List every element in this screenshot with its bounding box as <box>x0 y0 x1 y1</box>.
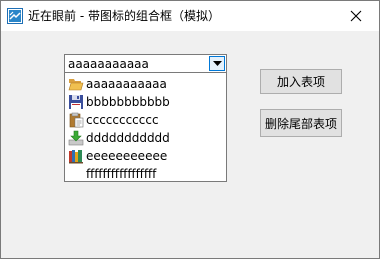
chevron-down-icon <box>212 61 222 66</box>
list-item[interactable]: fffffffffffffffff <box>68 165 223 183</box>
window-title: 近在眼前 - 带图标的组合框（模拟） <box>28 9 220 23</box>
blank-icon <box>68 166 84 182</box>
list-item[interactable]: aaaaaaaaaaa <box>68 75 223 93</box>
list-item[interactable]: ddddddddddd <box>68 129 223 147</box>
list-item[interactable]: eeeeeeeeeee <box>68 147 223 165</box>
list-item[interactable]: ccccccccccc <box>68 111 223 129</box>
close-button[interactable] <box>333 1 379 31</box>
combo-dropdown-list: aaaaaaaaaaa bbbbbbbbbbb ccccccccccc dddd… <box>64 72 227 182</box>
floppy-disk-icon <box>69 95 83 109</box>
delete-last-item-button[interactable]: 删除尾部表项 <box>260 109 342 137</box>
app-window: 近在眼前 - 带图标的组合框（模拟） aaaaaaaaaaa aaaaaaaaa… <box>0 0 380 259</box>
combo-selected-value: aaaaaaaaaaa <box>68 57 149 71</box>
list-item[interactable]: bbbbbbbbbbb <box>68 93 223 111</box>
app-icon <box>7 8 23 24</box>
title-bar[interactable]: 近在眼前 - 带图标的组合框（模拟） <box>1 1 379 31</box>
open-folder-icon <box>68 79 84 91</box>
library-books-icon <box>69 150 83 164</box>
add-item-button[interactable]: 加入表项 <box>260 69 342 94</box>
close-icon <box>350 10 362 22</box>
download-arrow-icon <box>68 130 84 146</box>
combo-dropdown-button[interactable] <box>209 56 225 71</box>
icon-combo-box[interactable]: aaaaaaaaaaa <box>64 54 227 73</box>
clipboard-paste-icon <box>69 112 84 128</box>
